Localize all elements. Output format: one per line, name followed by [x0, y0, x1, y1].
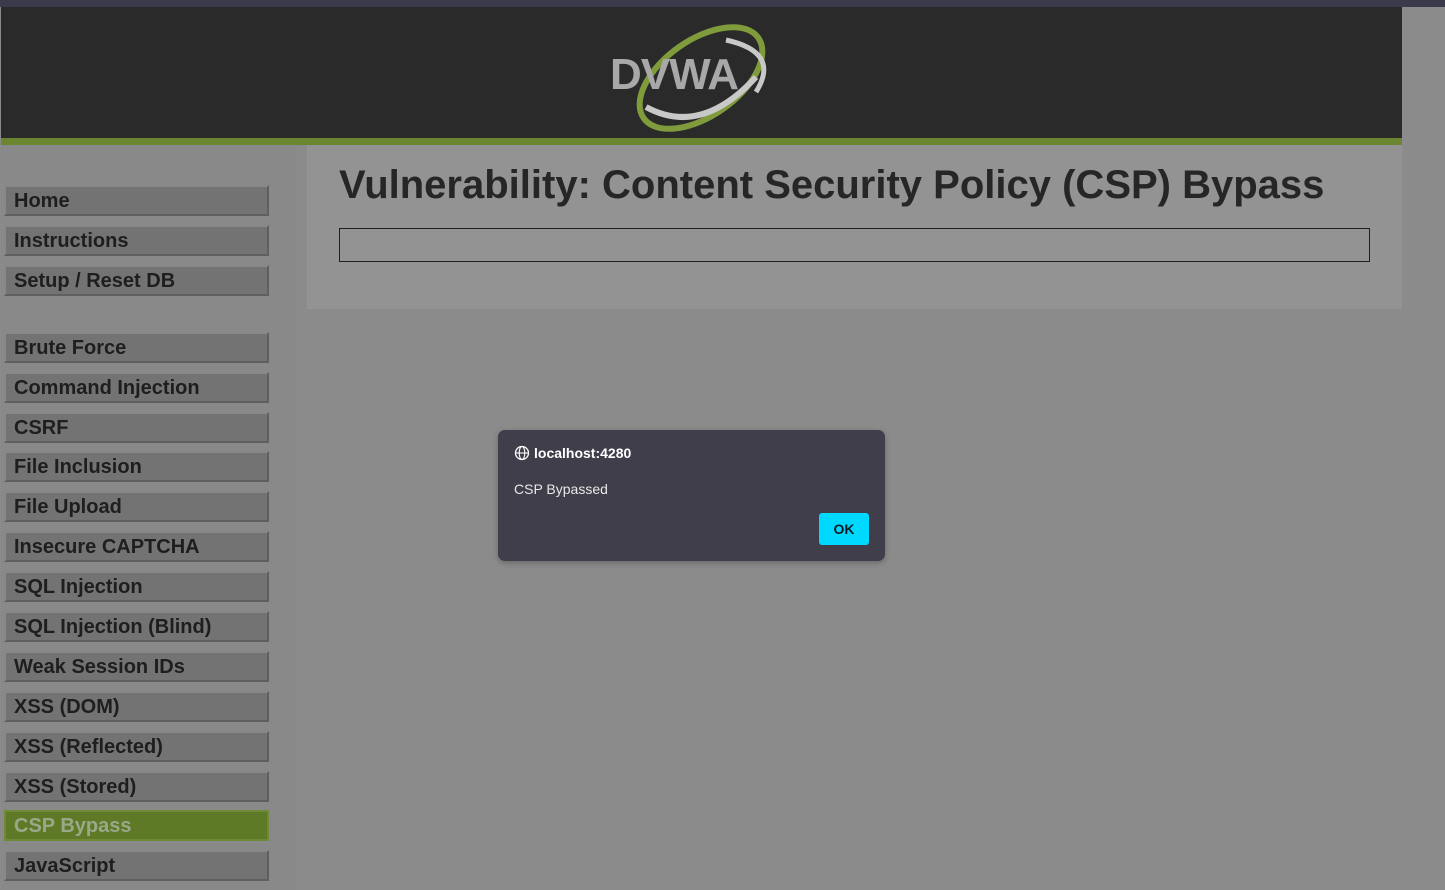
dialog-origin-text: localhost:4280	[534, 445, 632, 461]
globe-icon	[514, 445, 530, 461]
alert-dialog: localhost:4280 CSP Bypassed OK	[498, 430, 885, 561]
dvwa-logo[interactable]: DVWA	[606, 22, 776, 132]
page-right-margin	[1402, 7, 1445, 890]
menu-item-csp-bypass[interactable]: CSP Bypass	[4, 810, 269, 841]
menu-item-csrf[interactable]: CSRF	[4, 412, 269, 443]
ok-button[interactable]: OK	[819, 513, 869, 545]
dialog-origin: localhost:4280	[514, 445, 631, 461]
menu-item-file-upload[interactable]: File Upload	[4, 491, 269, 522]
menu-item-command-injection[interactable]: Command Injection	[4, 372, 269, 403]
logo-text: DVWA	[610, 50, 739, 99]
page-header: DVWA	[1, 7, 1402, 138]
browser-top-bar	[0, 0, 1445, 7]
menu-item-xss-stored[interactable]: XSS (Stored)	[4, 771, 269, 802]
dialog-message: CSP Bypassed	[514, 481, 608, 497]
page-title: Vulnerability: Content Security Policy (…	[339, 163, 1325, 207]
menu-item-xss-reflected[interactable]: XSS (Reflected)	[4, 731, 269, 762]
vulnerable-code-area	[339, 228, 1370, 262]
menu-item-instructions[interactable]: Instructions	[4, 225, 269, 256]
menu-item-weak-session-ids[interactable]: Weak Session IDs	[4, 651, 269, 682]
menu-item-home[interactable]: Home	[4, 185, 269, 216]
menu-item-xss-dom[interactable]: XSS (DOM)	[4, 691, 269, 722]
menu-item-brute-force[interactable]: Brute Force	[4, 332, 269, 363]
menu-item-insecure-captcha[interactable]: Insecure CAPTCHA	[4, 531, 269, 562]
menu-item-javascript[interactable]: JavaScript	[4, 850, 269, 881]
menu-item-sql-injection[interactable]: SQL Injection	[4, 571, 269, 602]
menu-item-setup-reset-db[interactable]: Setup / Reset DB	[4, 265, 269, 296]
menu-item-file-inclusion[interactable]: File Inclusion	[4, 451, 269, 482]
header-accent-stripe	[1, 138, 1402, 145]
menu-item-sql-injection-blind[interactable]: SQL Injection (Blind)	[4, 611, 269, 642]
